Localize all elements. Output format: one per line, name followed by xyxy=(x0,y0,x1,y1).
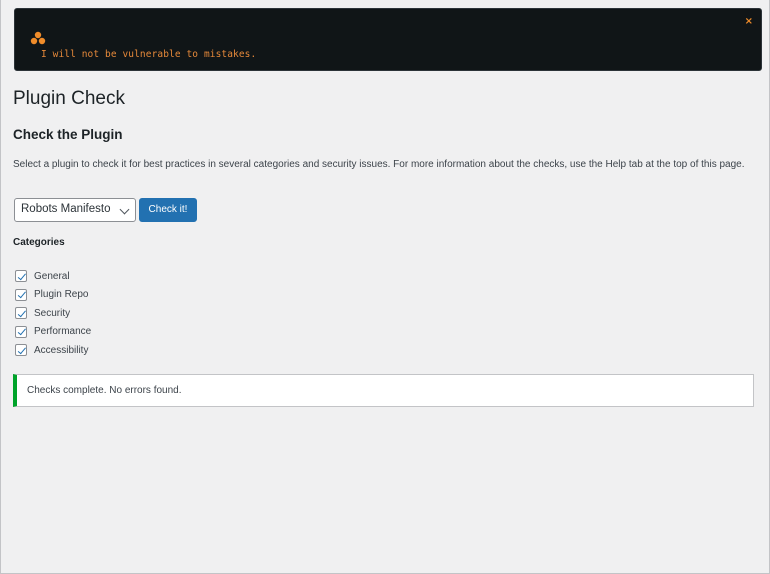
app-frame: I will not be vulnerable to mistakes. × … xyxy=(0,0,770,574)
category-performance[interactable]: Performance xyxy=(15,323,91,342)
check-it-button[interactable]: Check it! xyxy=(139,198,197,222)
section-title: Check the Plugin xyxy=(13,127,123,142)
success-message: Checks complete. No errors found. xyxy=(27,385,182,396)
section-description: Select a plugin to check it for best pra… xyxy=(13,159,745,170)
orange-tri-dots-logo-icon xyxy=(30,31,46,45)
category-accessibility[interactable]: Accessibility xyxy=(15,341,91,360)
categories-list: General Plugin Repo Security Performance… xyxy=(15,267,91,360)
plugin-select-value: Robots Manifesto xyxy=(21,203,111,215)
category-general[interactable]: General xyxy=(15,267,91,286)
dark-notice-banner: I will not be vulnerable to mistakes. × xyxy=(14,8,762,71)
category-security[interactable]: Security xyxy=(15,304,91,323)
checkbox-general[interactable] xyxy=(15,270,27,283)
close-icon[interactable]: × xyxy=(745,17,753,27)
category-plugin-repo[interactable]: Plugin Repo xyxy=(15,286,91,305)
categories-label: Categories xyxy=(13,237,65,248)
category-label: Security xyxy=(34,307,71,319)
checkbox-plugin-repo[interactable] xyxy=(15,288,27,301)
category-label: Performance xyxy=(34,326,92,338)
category-label: Accessibility xyxy=(34,344,89,356)
checkbox-security[interactable] xyxy=(15,307,27,320)
category-label: Plugin Repo xyxy=(34,289,89,301)
page-title: Plugin Check xyxy=(13,88,125,109)
success-notice: Checks complete. No errors found. xyxy=(13,374,754,407)
chevron-down-icon xyxy=(119,204,130,215)
checkbox-accessibility[interactable] xyxy=(15,344,27,357)
category-label: General xyxy=(34,270,70,282)
plugin-select[interactable]: Robots Manifesto xyxy=(14,198,136,222)
notice-message: I will not be vulnerable to mistakes. xyxy=(41,49,257,60)
checkbox-performance[interactable] xyxy=(15,325,27,338)
